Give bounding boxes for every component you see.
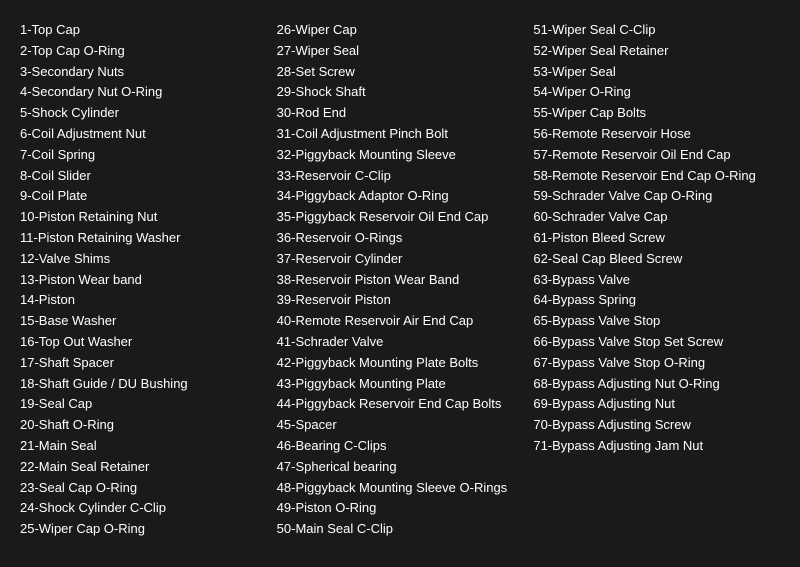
list-item: 38-Reservoir Piston Wear Band <box>277 270 524 291</box>
list-item: 7-Coil Spring <box>20 145 267 166</box>
list-item: 69-Bypass Adjusting Nut <box>533 394 780 415</box>
list-item: 33-Reservoir C-Clip <box>277 166 524 187</box>
list-item: 9-Coil Plate <box>20 186 267 207</box>
list-item: 68-Bypass Adjusting Nut O-Ring <box>533 374 780 395</box>
list-item: 46-Bearing C-Clips <box>277 436 524 457</box>
list-item: 52-Wiper Seal Retainer <box>533 41 780 62</box>
column-3: 51-Wiper Seal C-Clip52-Wiper Seal Retain… <box>533 20 780 540</box>
list-item: 70-Bypass Adjusting Screw <box>533 415 780 436</box>
list-item: 34-Piggyback Adaptor O-Ring <box>277 186 524 207</box>
list-item: 71-Bypass Adjusting Jam Nut <box>533 436 780 457</box>
list-item: 28-Set Screw <box>277 62 524 83</box>
list-item: 61-Piston Bleed Screw <box>533 228 780 249</box>
list-item: 25-Wiper Cap O-Ring <box>20 519 267 540</box>
list-item: 43-Piggyback Mounting Plate <box>277 374 524 395</box>
list-item: 67-Bypass Valve Stop O-Ring <box>533 353 780 374</box>
list-item: 57-Remote Reservoir Oil End Cap <box>533 145 780 166</box>
parts-list: 1-Top Cap2-Top Cap O-Ring3-Secondary Nut… <box>20 20 780 540</box>
list-item: 29-Shock Shaft <box>277 82 524 103</box>
list-item: 21-Main Seal <box>20 436 267 457</box>
list-item: 62-Seal Cap Bleed Screw <box>533 249 780 270</box>
list-item: 59-Schrader Valve Cap O-Ring <box>533 186 780 207</box>
list-item: 51-Wiper Seal C-Clip <box>533 20 780 41</box>
list-item: 32-Piggyback Mounting Sleeve <box>277 145 524 166</box>
list-item: 50-Main Seal C-Clip <box>277 519 524 540</box>
list-item: 31-Coil Adjustment Pinch Bolt <box>277 124 524 145</box>
list-item: 8-Coil Slider <box>20 166 267 187</box>
list-item: 1-Top Cap <box>20 20 267 41</box>
list-item: 30-Rod End <box>277 103 524 124</box>
list-item: 10-Piston Retaining Nut <box>20 207 267 228</box>
list-item: 48-Piggyback Mounting Sleeve O-Rings <box>277 478 524 499</box>
list-item: 27-Wiper Seal <box>277 41 524 62</box>
list-item: 24-Shock Cylinder C-Clip <box>20 498 267 519</box>
list-item: 37-Reservoir Cylinder <box>277 249 524 270</box>
list-item: 54-Wiper O-Ring <box>533 82 780 103</box>
list-item: 18-Shaft Guide / DU Bushing <box>20 374 267 395</box>
list-item: 2-Top Cap O-Ring <box>20 41 267 62</box>
list-item: 22-Main Seal Retainer <box>20 457 267 478</box>
list-item: 6-Coil Adjustment Nut <box>20 124 267 145</box>
list-item: 19-Seal Cap <box>20 394 267 415</box>
list-item: 44-Piggyback Reservoir End Cap Bolts <box>277 394 524 415</box>
column-2: 26-Wiper Cap27-Wiper Seal28-Set Screw29-… <box>277 20 534 540</box>
list-item: 3-Secondary Nuts <box>20 62 267 83</box>
list-item: 36-Reservoir O-Rings <box>277 228 524 249</box>
list-item: 13-Piston Wear band <box>20 270 267 291</box>
list-item: 56-Remote Reservoir Hose <box>533 124 780 145</box>
list-item: 40-Remote Reservoir Air End Cap <box>277 311 524 332</box>
list-item: 23-Seal Cap O-Ring <box>20 478 267 499</box>
list-item: 49-Piston O-Ring <box>277 498 524 519</box>
list-item: 16-Top Out Washer <box>20 332 267 353</box>
list-item: 26-Wiper Cap <box>277 20 524 41</box>
list-item: 47-Spherical bearing <box>277 457 524 478</box>
list-item: 15-Base Washer <box>20 311 267 332</box>
list-item: 60-Schrader Valve Cap <box>533 207 780 228</box>
list-item: 39-Reservoir Piston <box>277 290 524 311</box>
column-1: 1-Top Cap2-Top Cap O-Ring3-Secondary Nut… <box>20 20 277 540</box>
list-item: 65-Bypass Valve Stop <box>533 311 780 332</box>
list-item: 55-Wiper Cap Bolts <box>533 103 780 124</box>
list-item: 17-Shaft Spacer <box>20 353 267 374</box>
list-item: 45-Spacer <box>277 415 524 436</box>
list-item: 14-Piston <box>20 290 267 311</box>
list-item: 35-Piggyback Reservoir Oil End Cap <box>277 207 524 228</box>
list-item: 5-Shock Cylinder <box>20 103 267 124</box>
list-item: 4-Secondary Nut O-Ring <box>20 82 267 103</box>
list-item: 20-Shaft O-Ring <box>20 415 267 436</box>
list-item: 11-Piston Retaining Washer <box>20 228 267 249</box>
list-item: 42-Piggyback Mounting Plate Bolts <box>277 353 524 374</box>
list-item: 66-Bypass Valve Stop Set Screw <box>533 332 780 353</box>
list-item: 41-Schrader Valve <box>277 332 524 353</box>
list-item: 53-Wiper Seal <box>533 62 780 83</box>
list-item: 64-Bypass Spring <box>533 290 780 311</box>
list-item: 63-Bypass Valve <box>533 270 780 291</box>
list-item: 58-Remote Reservoir End Cap O-Ring <box>533 166 780 187</box>
list-item: 12-Valve Shims <box>20 249 267 270</box>
